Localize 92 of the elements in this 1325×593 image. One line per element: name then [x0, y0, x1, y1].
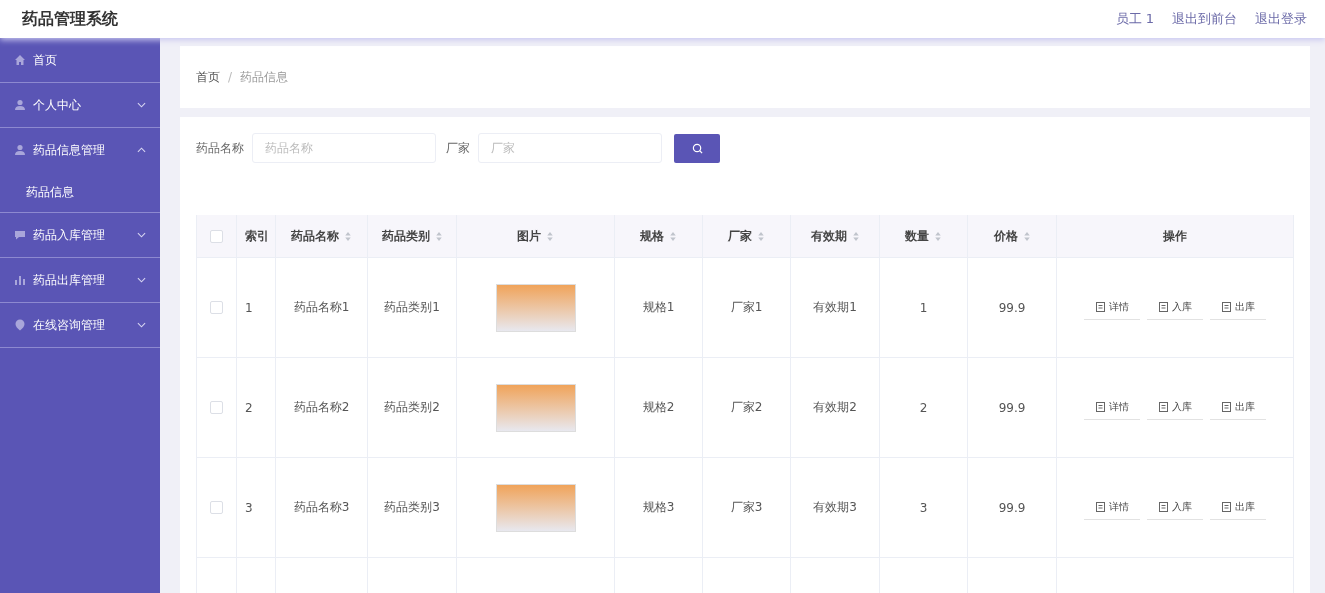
sidebar-item[interactable]: 药品出库管理: [0, 258, 160, 302]
header-link[interactable]: 退出到前台: [1172, 10, 1237, 28]
table-cell: 1: [245, 300, 253, 315]
sidebar-item-label: 药品信息管理: [33, 141, 106, 159]
table-cell: 厂家1: [730, 299, 763, 316]
column-header[interactable]: 规格: [640, 227, 664, 245]
header-link[interactable]: 退出登录: [1255, 10, 1307, 28]
document-icon: [1158, 302, 1168, 312]
table-cell: 3: [245, 500, 253, 515]
sort-icon[interactable]: [669, 230, 677, 242]
user-icon: [14, 144, 26, 156]
chevron-down-icon: [137, 102, 146, 108]
user-icon: [14, 99, 26, 111]
sidebar-item[interactable]: 药品信息管理: [0, 128, 160, 172]
home-icon: [14, 54, 26, 66]
header-link[interactable]: 员工 1: [1115, 10, 1154, 28]
table-cell: 药品名称3: [293, 499, 350, 516]
table-cell: 有效期2: [813, 399, 857, 416]
document-icon: [1221, 502, 1231, 512]
location-pin-icon: [14, 319, 26, 331]
chevron-down-icon: [137, 277, 146, 283]
sort-icon[interactable]: [934, 230, 942, 242]
sidebar-item-label: 个人中心: [33, 96, 82, 114]
table-cell: 药品类别2: [384, 399, 440, 416]
sort-icon[interactable]: [851, 230, 860, 242]
table-cell: 规格3: [642, 499, 675, 516]
sort-icon[interactable]: [344, 230, 352, 242]
sidebar-item-label: 在线咨询管理: [33, 316, 106, 334]
sidebar-item[interactable]: 个人中心: [0, 83, 160, 127]
bar-chart-icon: [14, 274, 26, 286]
sidebar-item-label: 药品入库管理: [33, 226, 106, 244]
document-icon: [1221, 402, 1231, 412]
column-header[interactable]: 图片: [517, 227, 541, 245]
search-icon: [691, 142, 703, 154]
column-header[interactable]: 有效期: [810, 227, 847, 245]
field-label: 厂家: [446, 139, 470, 157]
search-field[interactable]: 药品名称: [252, 133, 436, 163]
row-checkbox[interactable]: [210, 301, 223, 314]
table-cell: 99.9: [998, 500, 1026, 515]
table-cell: 有效期3: [813, 499, 857, 516]
sidebar-item[interactable]: 药品入库管理: [0, 213, 160, 257]
table-cell: 规格1: [642, 299, 675, 316]
sidebar-item-label: 首页: [33, 51, 58, 69]
column-header: 索引: [245, 227, 269, 245]
table-cell: 1: [919, 300, 928, 315]
column-header[interactable]: 药品名称: [291, 227, 339, 245]
table-cell: 有效期1: [813, 299, 857, 316]
table-cell: 2: [245, 400, 253, 415]
row-checkbox[interactable]: [210, 401, 223, 414]
chevron-up-icon: [137, 147, 146, 153]
document-icon: [1095, 302, 1105, 312]
sort-icon[interactable]: [546, 230, 554, 242]
sidebar-item-label: 药品出库管理: [33, 271, 106, 289]
select-all-checkbox[interactable]: [210, 229, 223, 243]
table-cell: 药品类别1: [384, 299, 440, 316]
column-header[interactable]: 价格: [993, 227, 1018, 245]
sort-icon[interactable]: [434, 230, 443, 242]
document-icon: [1158, 402, 1168, 412]
search-field[interactable]: 厂家: [478, 133, 662, 163]
document-icon: [1095, 402, 1105, 412]
column-header: 操作: [1163, 227, 1187, 245]
table-cell: 3: [919, 500, 928, 515]
table-cell: 99.9: [998, 300, 1026, 315]
chevron-down-icon: [137, 322, 146, 328]
chat-icon: [14, 229, 26, 241]
table-cell: 药品名称1: [293, 299, 350, 316]
table-cell: 99.9: [998, 400, 1026, 415]
app-title: 药品管理系统: [22, 8, 118, 30]
search-button[interactable]: [674, 133, 720, 163]
sort-icon[interactable]: [757, 230, 765, 242]
table-cell: 厂家3: [730, 499, 763, 516]
breadcrumb-item[interactable]: 首页: [196, 68, 220, 86]
sidebar-item[interactable]: 首页: [0, 38, 160, 82]
sidebar-item[interactable]: 在线咨询管理: [0, 303, 160, 347]
document-icon: [1158, 502, 1168, 512]
column-header[interactable]: 药品类别: [381, 227, 430, 245]
column-header[interactable]: 数量: [905, 227, 929, 245]
row-checkbox[interactable]: [210, 501, 223, 514]
table-cell: 药品名称2: [293, 399, 350, 416]
column-header[interactable]: 厂家: [728, 227, 752, 245]
field-label: 药品名称: [196, 139, 244, 157]
chevron-down-icon: [137, 232, 146, 238]
breadcrumb-item: 药品信息: [240, 68, 289, 86]
document-icon: [1095, 502, 1105, 512]
sidebar-subitem[interactable]: 药品信息: [0, 172, 160, 212]
sort-icon[interactable]: [1022, 230, 1031, 242]
table-cell: 厂家2: [730, 399, 763, 416]
breadcrumb-separator: /: [228, 70, 233, 84]
table-cell: 药品类别3: [384, 499, 440, 516]
table-cell: 2: [919, 400, 928, 415]
table-cell: 规格2: [642, 399, 675, 416]
document-icon: [1221, 302, 1231, 312]
